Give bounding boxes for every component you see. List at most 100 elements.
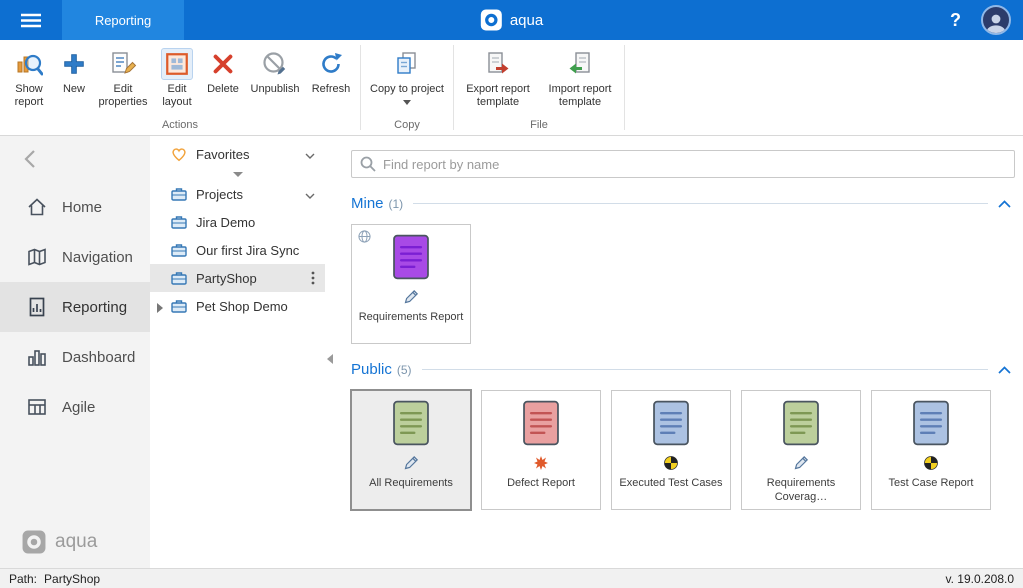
app-name: aqua [510,12,543,29]
show-report-label: Show report [5,83,53,109]
aqua-logo-gray-icon [22,530,46,554]
tree-favorites-label: Favorites [196,147,249,162]
edit-properties-icon [109,48,137,80]
edit-properties-label: Edit properties [95,83,151,109]
aqua-footer-text: aqua [55,531,97,553]
avatar[interactable] [981,5,1011,35]
test-badge-icon [923,454,939,471]
report-doc-icon [912,400,950,451]
copy-to-project-text: Copy to project [370,83,444,95]
collapse-left-icon [327,354,333,364]
report-card-all-requirements[interactable]: All Requirements [351,390,471,510]
edit-badge-icon [403,288,420,305]
main-body: Home Navigation Reporting Dashboard Agil… [0,136,1023,568]
tab-reporting[interactable]: Reporting [62,0,184,40]
report-card-label: Requirements Report [354,310,469,324]
sidebar-item-label: Reporting [62,299,127,316]
ribbon-group-label-actions: Actions [0,118,360,135]
tree-projects[interactable]: Projects [150,180,325,208]
section-divider [413,203,988,204]
unpublish-icon [261,48,289,80]
copy-to-project-button[interactable]: Copy to project [364,42,450,118]
tree-item-jira-demo[interactable]: Jira Demo [150,208,325,236]
section-divider [422,369,988,370]
report-search-input[interactable] [383,157,1006,172]
collapse-tree-button[interactable] [327,351,333,369]
hamburger-icon [21,13,41,28]
new-button[interactable]: New [55,42,93,118]
tree-projects-label: Projects [196,187,243,202]
chevron-down-icon[interactable] [305,187,315,202]
sidebar-item-navigation[interactable]: Navigation [0,232,150,282]
report-card-label: Test Case Report [884,476,979,490]
import-report-template-button[interactable]: Import report template [539,42,621,118]
briefcase-icon [170,297,188,315]
import-template-label: Import report template [541,83,619,109]
section-title: Mine [351,195,384,212]
tree-item-label: Pet Shop Demo [196,299,288,314]
chevron-down-icon[interactable] [305,147,315,162]
project-tree-panel: Favorites Projects Jira Demo Our first J… [150,136,325,568]
app-logo: aqua [480,9,543,31]
tree-item-label: PartyShop [196,271,257,286]
collapse-sidebar-button[interactable] [0,136,150,182]
ribbon-separator [624,45,625,130]
delete-button[interactable]: Delete [201,42,245,118]
refresh-button[interactable]: Refresh [305,42,357,118]
tree-item-partyshop[interactable]: PartyShop [150,264,325,292]
edit-properties-button[interactable]: Edit properties [93,42,153,118]
tree-item-pet-shop-demo[interactable]: Pet Shop Demo [150,292,325,320]
test-badge-icon [663,454,679,471]
tree-splitter-handle[interactable] [150,168,325,180]
public-cards: All Requirements Defect Report Executed … [351,390,1015,510]
sidebar-item-agile[interactable]: Agile [0,382,150,432]
help-button[interactable]: ? [950,10,961,31]
report-card-requirements-report[interactable]: Requirements Report [351,224,471,344]
unpublish-label: Unpublish [251,83,300,96]
edit-layout-label: Edit layout [155,83,199,109]
ribbon-group-copy: Copy to project Copy [361,40,453,135]
collapse-section-button[interactable] [998,366,1015,374]
expand-arrow-icon[interactable] [157,301,163,316]
report-card-label: All Requirements [364,476,458,490]
show-report-button[interactable]: Show report [3,42,55,118]
unpublish-button[interactable]: Unpublish [245,42,305,118]
sidebar-item-home[interactable]: Home [0,182,150,232]
sidebar-item-label: Home [62,199,102,216]
bar-chart-icon [26,346,48,368]
briefcase-icon [170,213,188,231]
briefcase-icon [170,185,188,203]
tree-item-label: Jira Demo [196,215,255,230]
collapse-section-button[interactable] [998,200,1015,208]
edit-layout-button[interactable]: Edit layout [153,42,201,118]
export-report-template-button[interactable]: Export report template [457,42,539,118]
section-public-header: Public (5) [351,361,1015,378]
back-chevron-icon [24,149,36,169]
tree-favorites[interactable]: Favorites [150,140,325,168]
delete-x-icon [210,48,236,80]
splitter-triangle-icon [233,172,243,177]
sidebar-item-dashboard[interactable]: Dashboard [0,332,150,382]
kebab-icon [311,271,315,285]
reports-content: Mine (1) Requirements Report Public ( [325,136,1023,568]
report-card-defect-report[interactable]: Defect Report [481,390,601,510]
chevron-up-icon [998,366,1011,374]
briefcase-icon [170,269,188,287]
report-card-requirements-coverage[interactable]: Requirements Coverag… [741,390,861,510]
report-card-executed-test-cases[interactable]: Executed Test Cases [611,390,731,510]
report-card-label: Executed Test Cases [614,476,727,490]
menu-button[interactable] [0,0,62,40]
item-menu-button[interactable] [311,271,315,285]
path-value: PartyShop [44,572,100,586]
aqua-logo-icon [480,9,502,31]
ribbon-group-actions: Show report New Edit properties [0,40,360,135]
sidebar-item-reporting[interactable]: Reporting [0,282,150,332]
report-card-test-case-report[interactable]: Test Case Report [871,390,991,510]
left-sidebar: Home Navigation Reporting Dashboard Agil… [0,136,150,568]
section-title: Public [351,361,392,378]
section-count: (1) [389,197,404,211]
delete-label: Delete [207,83,239,96]
map-icon [26,246,48,268]
search-icon [360,156,376,172]
tree-item-our-first-jira-sync[interactable]: Our first Jira Sync [150,236,325,264]
